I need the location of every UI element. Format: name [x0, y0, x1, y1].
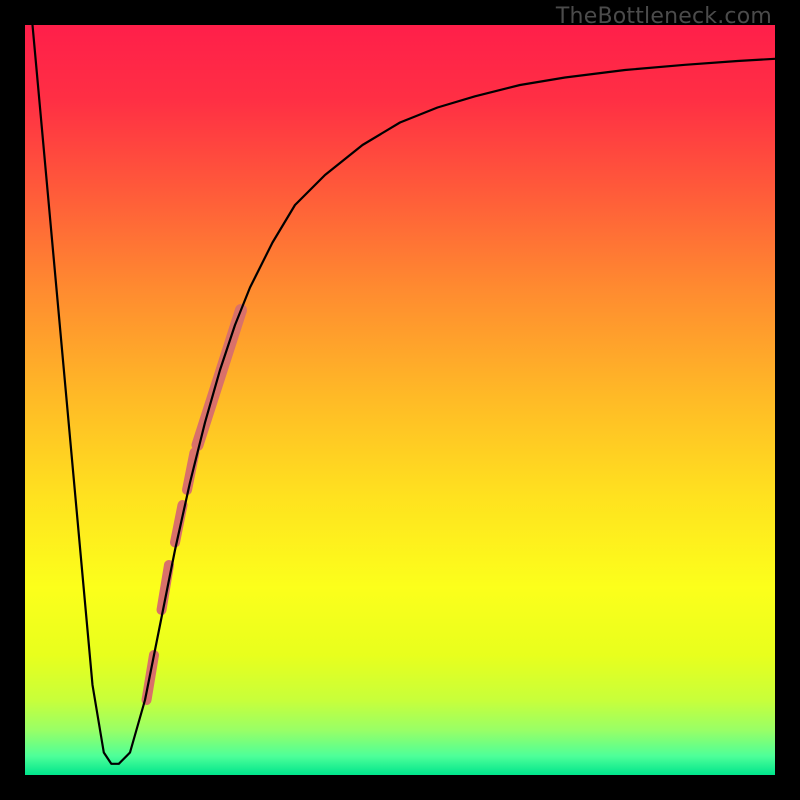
gradient-bg — [25, 25, 775, 775]
chart-frame: TheBottleneck.com — [0, 0, 800, 800]
chart-svg — [25, 25, 775, 775]
watermark-text: TheBottleneck.com — [556, 4, 772, 29]
plot-area — [25, 25, 775, 775]
